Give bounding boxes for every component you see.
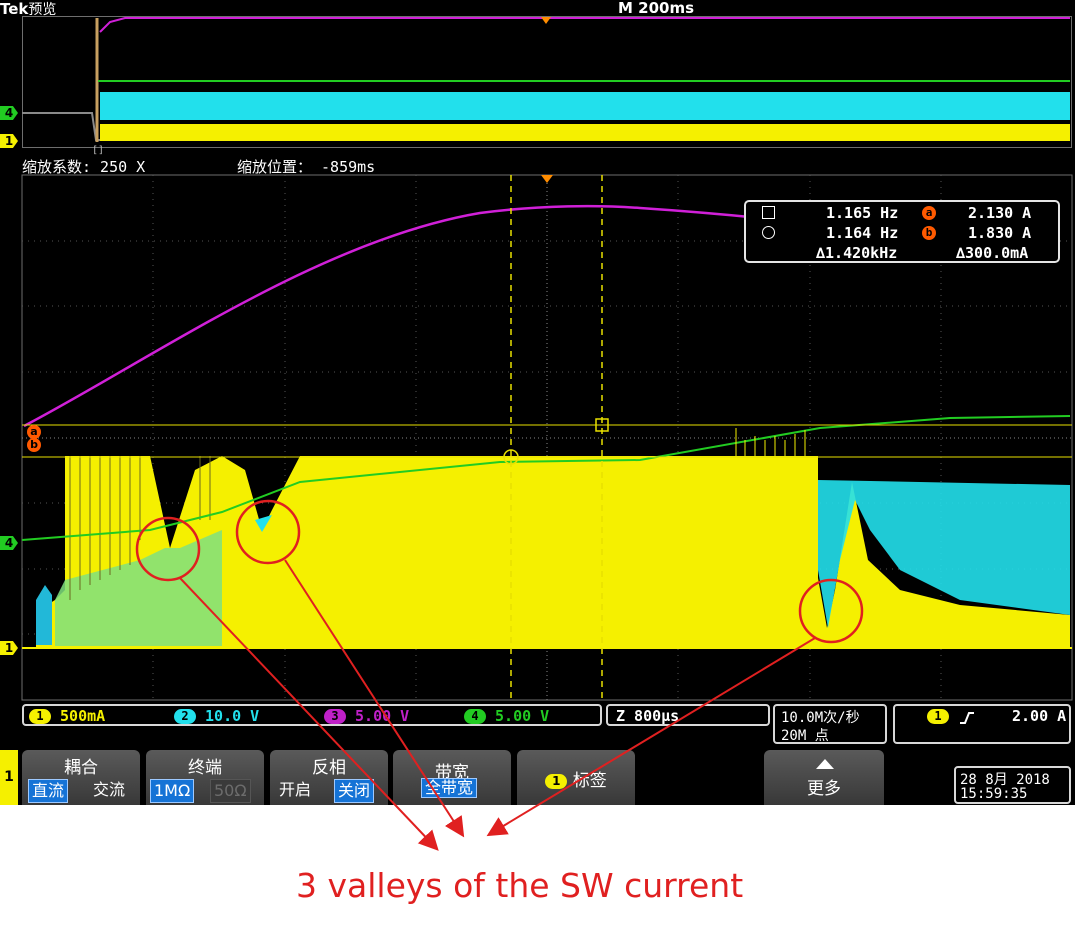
- arrow-from-valley-2: [284, 559, 465, 838]
- arrow-from-valley-1: [179, 577, 439, 851]
- annotation-caption: 3 valleys of the SW current: [296, 866, 744, 905]
- arrow-from-valley-3: [486, 637, 816, 837]
- annotation-arrows: [179, 559, 816, 851]
